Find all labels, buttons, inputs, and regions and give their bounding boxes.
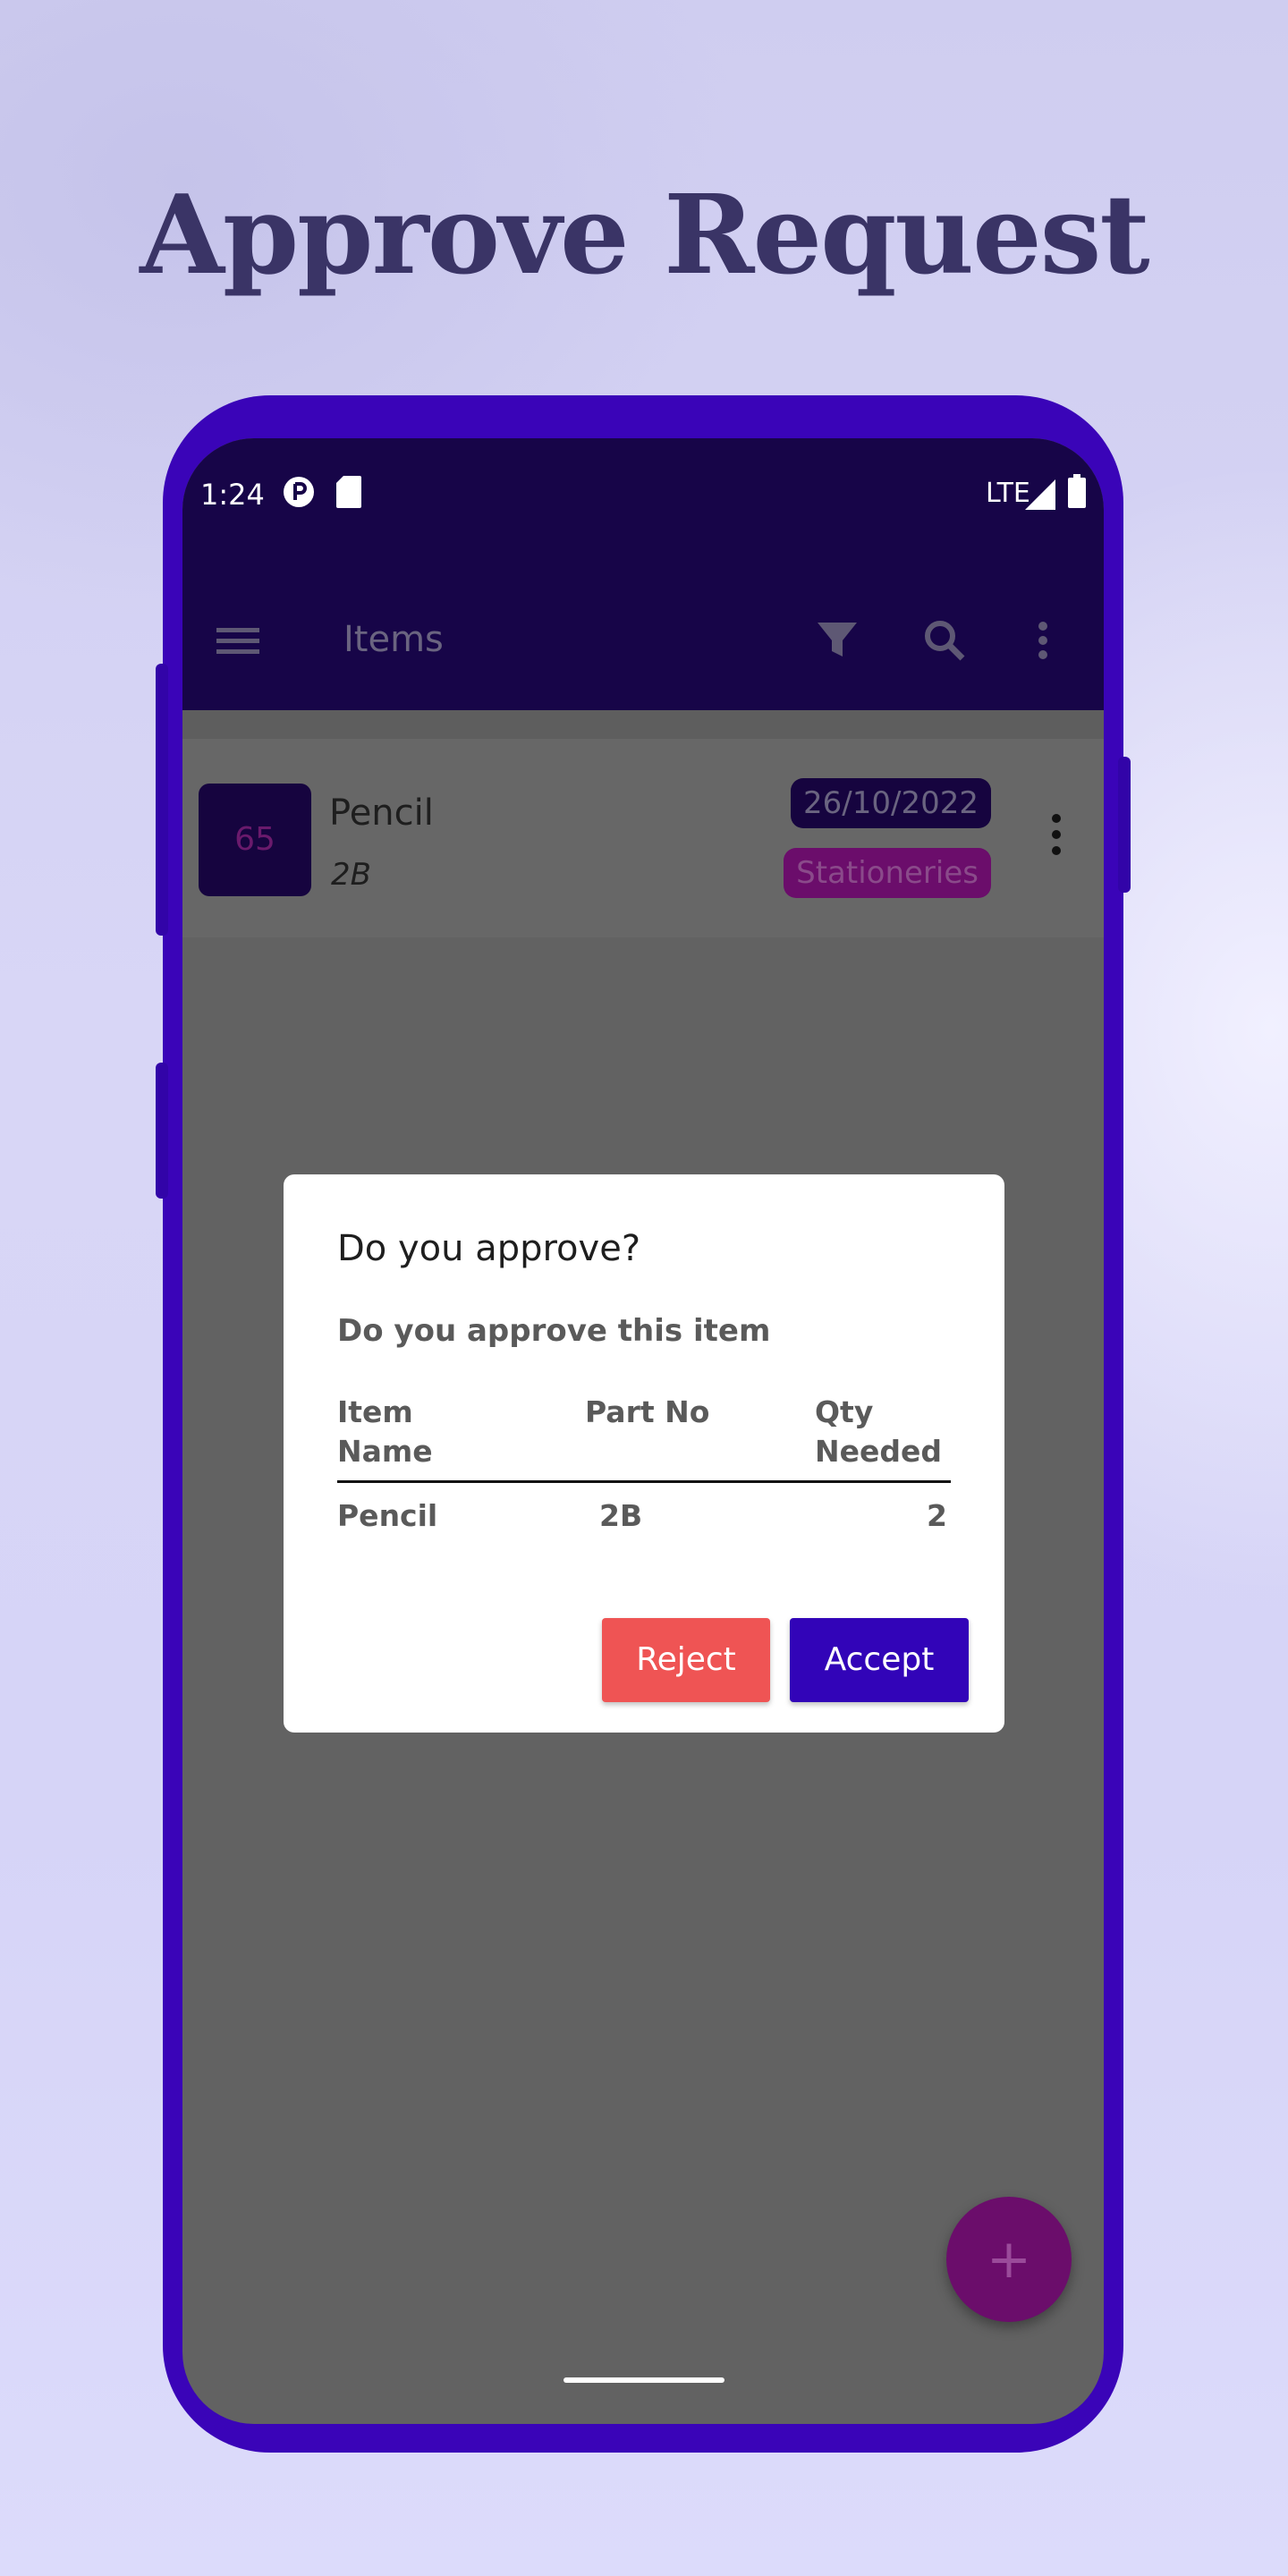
cell-part-no: 2B <box>599 1498 643 1533</box>
approve-dialog: Do you approve? Do you approve this item… <box>284 1174 1004 1733</box>
search-icon[interactable] <box>916 612 973 669</box>
app-notification-icon <box>283 476 315 515</box>
phone-side-button <box>1118 757 1131 893</box>
dialog-title: Do you approve? <box>337 1228 641 1269</box>
column-header-item-name: Item Name <box>337 1394 433 1469</box>
sd-card-icon <box>336 476 361 515</box>
list-item[interactable]: 65 Pencil 2B 26/10/2022 Stationeries <box>182 739 1104 937</box>
accept-button[interactable]: Accept <box>790 1618 969 1702</box>
date-chip: 26/10/2022 <box>791 778 991 828</box>
home-indicator[interactable] <box>564 2377 724 2383</box>
phone-side-button <box>156 1063 168 1199</box>
table-divider <box>337 1480 951 1483</box>
add-item-button[interactable]: + <box>946 2197 1072 2322</box>
column-header-qty-needed: Qty Needed <box>815 1394 943 1469</box>
item-part: 2B <box>331 857 371 893</box>
toolbar-title: Items <box>343 619 444 660</box>
status-bar: 1:24 LTE <box>182 438 1104 572</box>
cell-qty-needed: 2 <box>927 1498 947 1533</box>
category-chip: Stationeries <box>784 848 991 898</box>
item-name: Pencil <box>329 792 434 834</box>
reject-button[interactable]: Reject <box>602 1618 770 1702</box>
app-toolbar: Items <box>182 572 1104 710</box>
item-avatar: 65 <box>199 784 311 896</box>
list-header-gap <box>182 710 1104 739</box>
column-header-part-no: Part No <box>585 1394 710 1429</box>
battery-icon <box>1068 474 1086 515</box>
network-type: LTE <box>986 478 1030 509</box>
signal-icon <box>1025 479 1055 517</box>
page-headline: Approve Request <box>140 170 1150 299</box>
status-time: 1:24 <box>200 478 265 512</box>
menu-icon[interactable] <box>209 612 267 669</box>
more-vert-icon[interactable] <box>1014 612 1072 669</box>
filter-icon[interactable] <box>809 612 866 669</box>
dialog-message: Do you approve this item <box>337 1313 771 1349</box>
cell-item-name: Pencil <box>337 1498 438 1533</box>
phone-side-button <box>156 664 168 936</box>
item-more-icon[interactable] <box>1052 814 1061 862</box>
